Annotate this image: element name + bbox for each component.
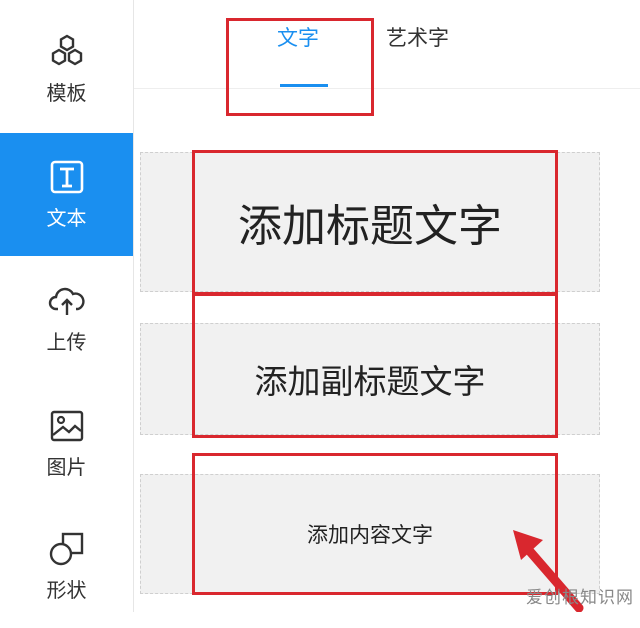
- watermark: 爱创根知识网: [526, 588, 634, 608]
- sidebar: 模板 文本 上传 图片 形状: [0, 0, 134, 612]
- sidebar-item-label: 模板: [46, 81, 87, 105]
- sidebar-item-label: 图片: [46, 455, 87, 479]
- text-icon: [50, 160, 83, 194]
- image-icon: [50, 410, 83, 442]
- sidebar-item-label: 形状: [46, 578, 87, 602]
- sidebar-item-shape[interactable]: 形状: [0, 505, 133, 628]
- sidebar-item-text[interactable]: 文本: [0, 133, 133, 256]
- sidebar-item-label: 上传: [46, 330, 87, 354]
- sidebar-item-image[interactable]: 图片: [0, 382, 133, 505]
- active-tab-indicator: [280, 84, 328, 87]
- tab-art-text[interactable]: 艺术字: [386, 22, 449, 52]
- sidebar-item-label: 文本: [46, 206, 87, 230]
- tab-text[interactable]: 文字: [277, 22, 319, 52]
- subtitle-text-label: 添加副标题文字: [254, 362, 486, 401]
- upload-icon: [48, 287, 85, 315]
- tab-bar: 文字 艺术字: [134, 0, 640, 89]
- add-subtitle-text-button[interactable]: 添加副标题文字: [140, 323, 600, 435]
- sidebar-item-template[interactable]: 模板: [0, 8, 133, 131]
- add-title-text-button[interactable]: 添加标题文字: [140, 152, 600, 292]
- template-icon: [51, 34, 82, 66]
- title-text-label: 添加标题文字: [238, 201, 502, 252]
- sidebar-item-upload[interactable]: 上传: [0, 257, 133, 380]
- shape-icon: [49, 532, 83, 566]
- body-text-label: 添加内容文字: [307, 523, 433, 547]
